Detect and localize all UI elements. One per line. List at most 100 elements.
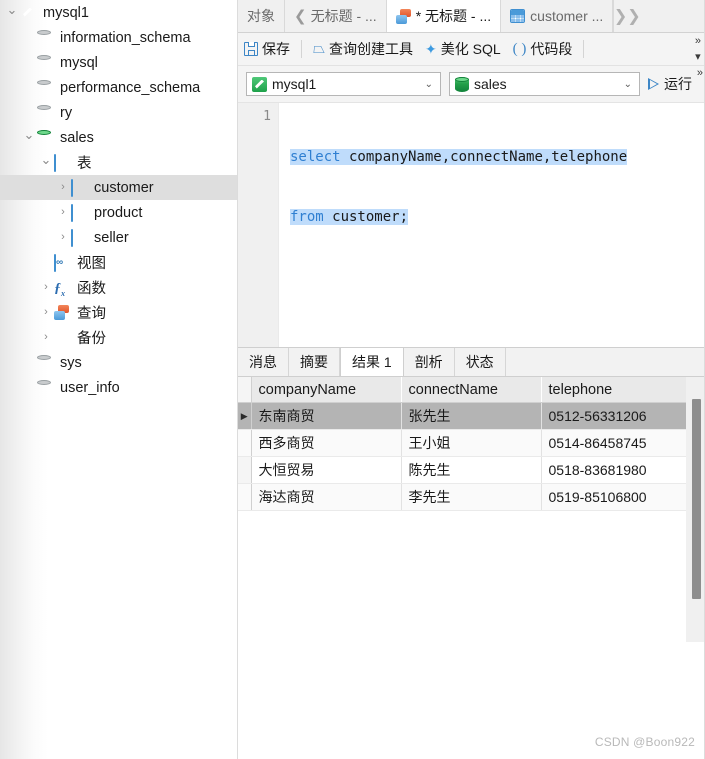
chevron-right-icon[interactable]: › (38, 307, 54, 318)
chevron-down-icon[interactable]: ⌄ (38, 153, 54, 166)
chevron-left-icon[interactable]: ❮ (294, 7, 307, 25)
result-tab-4[interactable]: 状态 (454, 348, 506, 376)
chevron-down-icon[interactable]: ⌄ (4, 3, 20, 16)
column-header-companyname[interactable]: companyName (251, 377, 402, 403)
row-marker[interactable] (238, 483, 252, 511)
query-builder-label: 查询创建工具 (329, 41, 414, 57)
table-icon (510, 9, 526, 23)
tree-item-函数[interactable]: › ƒx 函数 (0, 275, 237, 300)
result-grid-scroll-thumb[interactable] (692, 399, 701, 599)
tree-item-查询[interactable]: › 查询 (0, 300, 237, 325)
toolbar-overflow-button[interactable]: » ▾ (695, 33, 701, 65)
chevron-right-icon[interactable]: › (55, 207, 71, 218)
result-tab-strip[interactable]: 消息 摘要 结果 1 剖析 状态 (238, 347, 705, 377)
table-row[interactable]: 海达商贸 李先生 0519-85106800 (238, 483, 687, 511)
chevron-right-icon[interactable]: › (38, 332, 54, 343)
table-cell[interactable]: 0514-86458745 (541, 429, 687, 457)
table-folder-icon (54, 153, 72, 172)
row-marker[interactable]: ▶ (238, 402, 252, 430)
column-header-connectname[interactable]: connectName (401, 377, 542, 403)
result-grid[interactable]: companyName connectName telephone ▶ 东南商贸张… (238, 377, 705, 642)
chevron-right-icon[interactable]: › (55, 232, 71, 243)
chevron-down-icon[interactable]: ⌄ (21, 128, 37, 141)
toolbar-separator-2 (583, 40, 585, 58)
connection-selector-row[interactable]: mysql1 ⌄ sales ⌄ 运行 » (238, 66, 705, 102)
table-row[interactable]: 大恒贸易 陈先生 0518-83681980 (238, 456, 687, 484)
database-icon (37, 80, 55, 96)
run-button[interactable]: 运行 (648, 74, 692, 94)
selector-overflow-button[interactable]: » (697, 68, 703, 79)
document-tab-strip[interactable]: 对象 ❮ 无标题 - ... * 无标题 - ... customer ... … (238, 0, 705, 33)
object-tree-sidebar[interactable]: ⌄ mysql1 information_schema mysql performanc… (0, 0, 237, 759)
play-icon (648, 77, 660, 91)
function-icon: ƒx (54, 280, 65, 298)
tree-item-label: sys (60, 354, 82, 371)
query-builder-button[interactable]: ⏢ 查询创建工具 (307, 37, 419, 61)
database-icon (37, 355, 55, 371)
tab-untitled-1[interactable]: ❮ 无标题 - ... (285, 0, 387, 32)
tree-item-表[interactable]: ⌄ 表 (0, 150, 237, 175)
table-cell[interactable]: 李先生 (401, 483, 542, 511)
table-cell[interactable]: 大恒贸易 (251, 456, 402, 484)
tree-item-mysql1[interactable]: ⌄ mysql1 (0, 0, 237, 25)
tab-object[interactable]: 对象 (238, 0, 285, 32)
result-tab-label: 消息 (249, 353, 277, 370)
tree-item-label: sales (60, 129, 94, 146)
chevron-down-icon[interactable]: ⌄ (425, 79, 436, 90)
chevron-right-icon[interactable]: › (38, 282, 54, 293)
tree-item-label: customer (94, 179, 154, 196)
tab-customer[interactable]: customer ... (501, 0, 614, 32)
table-cell[interactable]: 陈先生 (401, 456, 542, 484)
tree-item-user_info[interactable]: user_info (0, 375, 237, 400)
save-button[interactable]: 保存 (238, 37, 296, 61)
sql-editor[interactable]: 1 select companyName,connectName,telepho… (238, 102, 705, 348)
chevron-down-icon[interactable]: ⌄ (624, 79, 635, 90)
result-table[interactable]: companyName connectName telephone ▶ 东南商贸张… (238, 377, 687, 511)
tree-item-视图[interactable]: 视图 (0, 250, 237, 275)
result-tab-3[interactable]: 剖析 (403, 348, 455, 376)
tree-item-sales[interactable]: ⌄ sales (0, 125, 237, 150)
chevron-right-icon[interactable]: ❯❯ (613, 0, 641, 32)
row-marker[interactable] (238, 429, 252, 457)
tree-item-customer[interactable]: › customer (0, 175, 237, 200)
tree-item-sys[interactable]: sys (0, 350, 237, 375)
save-icon (244, 42, 258, 56)
chevron-right-icon[interactable]: › (55, 182, 71, 193)
result-tab-label: 状态 (465, 353, 494, 370)
table-cell[interactable]: 0512-56331206 (541, 402, 687, 430)
tree-item-information_schema[interactable]: information_schema (0, 25, 237, 50)
tree-item-ry[interactable]: ry (0, 100, 237, 125)
connection-select[interactable]: mysql1 ⌄ (246, 72, 441, 96)
table-cell[interactable]: 王小姐 (401, 429, 542, 457)
column-header-telephone[interactable]: telephone (541, 377, 687, 403)
result-table-body[interactable]: ▶ 东南商贸 张先生 0512-56331206 西多商贸 王小姐 0514-8645874… (238, 402, 687, 511)
table-cell[interactable]: 0519-85106800 (541, 483, 687, 511)
tab-untitled-2[interactable]: * 无标题 - ... (386, 0, 502, 32)
result-grid-scrollbar[interactable] (686, 377, 705, 642)
result-tab-1[interactable]: 摘要 (289, 348, 340, 376)
table-cell[interactable]: 东南商贸 (251, 402, 402, 430)
table-row[interactable]: 西多商贸 王小姐 0514-86458745 (238, 429, 687, 457)
database-icon (37, 105, 55, 121)
connection-tree[interactable]: ⌄ mysql1 information_schema mysql performanc… (0, 0, 237, 400)
database-select[interactable]: sales ⌄ (449, 72, 640, 96)
editor-toolbar[interactable]: 保存 ⏢ 查询创建工具 ✦ 美化 SQL ( ) 代码段 » ▾ (238, 33, 705, 66)
snippet-button[interactable]: ( ) 代码段 (507, 37, 579, 61)
table-cell[interactable]: 张先生 (401, 402, 542, 430)
result-tab-2[interactable]: 结果 1 (340, 348, 404, 376)
tree-item-备份[interactable]: › 备份 (0, 325, 237, 350)
tree-item-label: product (94, 204, 143, 221)
beautify-sql-button[interactable]: ✦ 美化 SQL (419, 37, 507, 61)
table-cell[interactable]: 海达商贸 (251, 483, 402, 511)
table-cell[interactable]: 0518-83681980 (541, 456, 687, 484)
row-marker[interactable] (238, 456, 252, 484)
table-cell[interactable]: 西多商贸 (251, 429, 402, 457)
tree-item-product[interactable]: › product (0, 200, 237, 225)
sql-code[interactable]: select companyName,connectName,telephone… (290, 107, 628, 267)
tree-item-performance_schema[interactable]: performance_schema (0, 75, 237, 100)
tree-item-seller[interactable]: › seller (0, 225, 237, 250)
tree-item-mysql[interactable]: mysql (0, 50, 237, 75)
result-tab-0[interactable]: 消息 (238, 348, 289, 376)
line-number: 1 (263, 109, 271, 124)
table-row[interactable]: ▶ 东南商贸 张先生 0512-56331206 (238, 402, 687, 430)
